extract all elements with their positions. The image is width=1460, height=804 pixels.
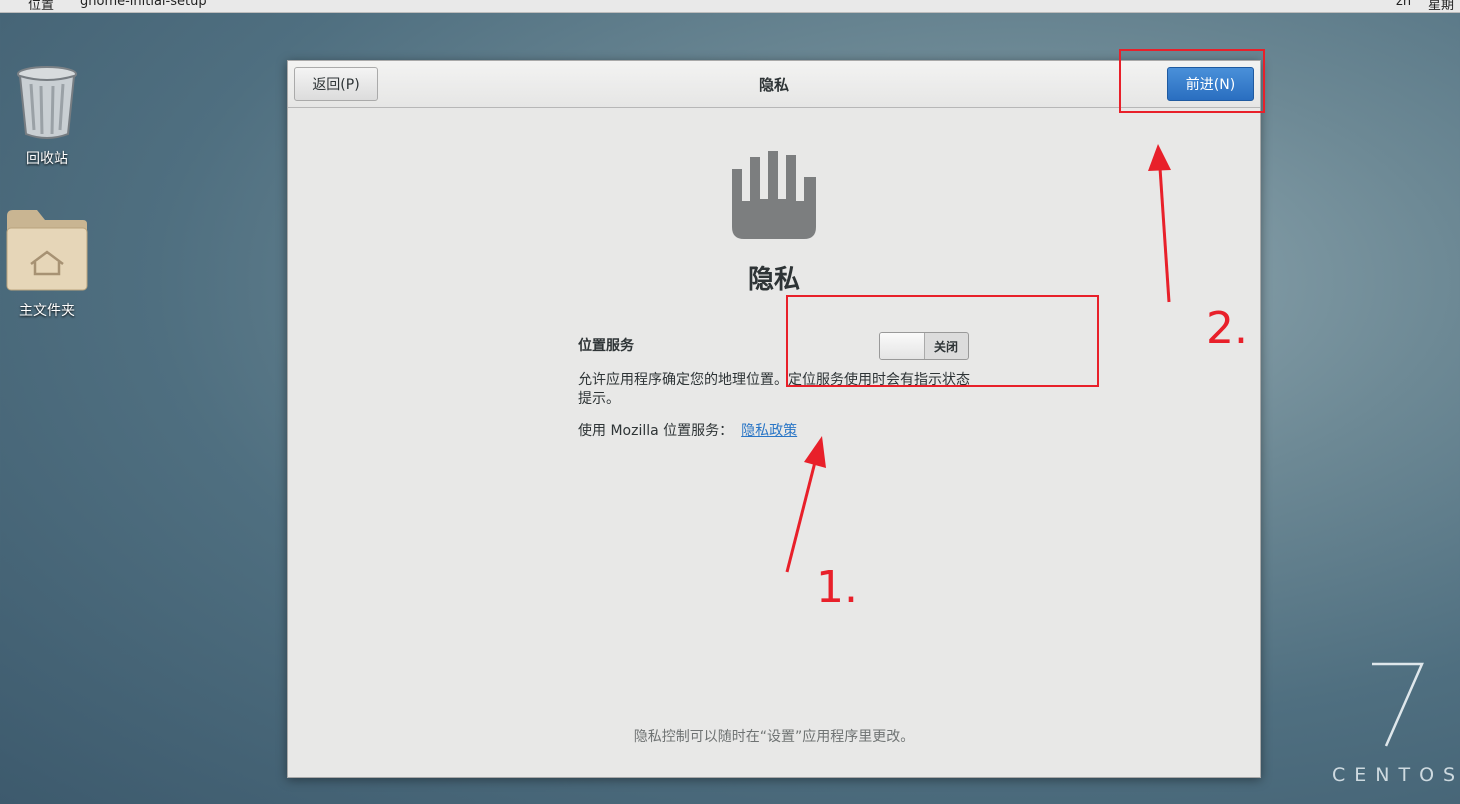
annotation-label-1: 1. (816, 562, 858, 613)
desktop-icon-label: 回收站 (26, 151, 68, 167)
location-services-label: 位置服务 (578, 338, 634, 354)
centos-version-logo (1370, 650, 1440, 750)
desktop-icon-label: 主文件夹 (19, 303, 75, 319)
header-title: 隐私 (758, 76, 789, 94)
desktop-icon-trash[interactable]: 回收站 (2, 64, 92, 168)
page-title: 隐私 (747, 265, 800, 295)
centos-brand-text: CENTOS (1332, 764, 1460, 786)
privacy-policy-link[interactable]: 隐私政策 (741, 423, 797, 439)
desktop-icon-home[interactable]: 主文件夹 (2, 208, 92, 320)
top-bar: 位置 gnome-initial-setup zh 星期 (0, 0, 1460, 13)
annotation-label-2: 2. (1206, 303, 1248, 354)
dialog-header: 返回(P) 隐私 前进(N) (288, 61, 1260, 108)
home-folder-icon (6, 210, 88, 291)
annotation-box-toggle (786, 295, 1099, 387)
places-menu[interactable]: 位置 (28, 0, 54, 12)
initial-setup-dialog: 返回(P) 隐私 前进(N) 隐私 位置服务 关闭 允许应用程序确定您的地理位置… (287, 60, 1261, 778)
app-menu[interactable]: gnome-initial-setup (80, 0, 207, 9)
mozilla-location-text: 使用 Mozilla 位置服务： (578, 423, 734, 439)
mozilla-location-line: 使用 Mozilla 位置服务： 隐私政策 (578, 420, 797, 440)
hand-stop-icon (732, 151, 816, 239)
trash-icon (17, 66, 77, 139)
footer-note: 隐私控制可以随时在“设置”应用程序里更改。 (633, 729, 915, 745)
clock[interactable]: 星期 (1428, 0, 1454, 12)
input-method-indicator[interactable]: zh (1396, 0, 1411, 9)
annotation-box-next (1119, 49, 1265, 113)
